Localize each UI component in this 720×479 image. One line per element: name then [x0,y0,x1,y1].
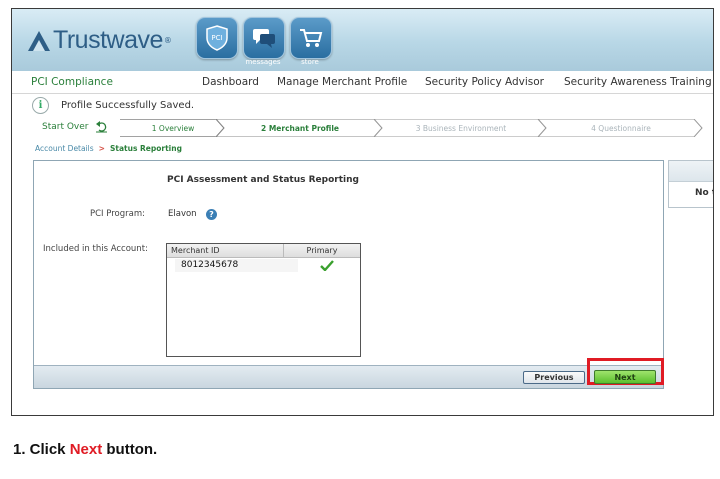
breadcrumb-current: Status Reporting [109,144,182,153]
caption-prefix: 1. Click [13,441,70,458]
col-primary[interactable]: Primary [284,244,360,257]
merchant-table-header: Merchant ID Primary [167,244,360,258]
step-merchant-profile[interactable]: 2 Merchant Profile [225,119,375,137]
pci-program-value: Elavon [168,209,197,219]
messages-icon [253,29,275,48]
breadcrumb: Account Details > Status Reporting [35,144,182,153]
step-questionnaire: 4 Questionnaire [591,123,651,133]
messages-button[interactable] [243,17,285,59]
progress-steps: Start Over 1 Overview 2 Merchant Profile… [30,119,710,137]
included-label: Included in this Account: [43,244,148,254]
merchant-id-cell: 8012345678 [175,259,298,272]
help-icon[interactable]: ? [206,209,217,220]
app-title: PCI Compliance [31,76,113,88]
caption-highlight: Next [69,441,103,458]
breadcrumb-separator: > [98,144,105,153]
merchant-table: Merchant ID Primary 8012345678 [166,243,361,357]
app-window: Trustwave ® PCI messages store PCI Compl… [11,8,714,416]
primary-cell [298,259,355,272]
checkmark-icon [319,260,334,271]
side-panel-text: No t [695,188,713,198]
nav-security-awareness-training[interactable]: Security Awareness Training [564,76,712,88]
step-overview[interactable]: 1 Overview [128,119,218,137]
breadcrumb-account-details[interactable]: Account Details [35,144,94,153]
status-message-text: Profile Successfully Saved. [61,99,195,111]
trustwave-logo[interactable]: Trustwave ® [28,26,172,55]
messages-label: messages [245,58,281,66]
col-merchant-id[interactable]: Merchant ID [167,244,284,257]
instruction-caption: 1. Click Next button. [13,441,157,458]
pci-shield-button[interactable]: PCI [196,17,238,59]
logo-registered-mark: ® [163,36,172,45]
status-reporting-panel: PCI Assessment and Status Reporting PCI … [33,160,664,389]
logo-text: Trustwave [53,26,163,54]
nav-security-policy-advisor[interactable]: Security Policy Advisor [425,76,544,88]
nav-dashboard[interactable]: Dashboard [202,76,259,88]
pci-shield-badge: PCI [211,34,222,42]
panel-footer: Previous Next [34,358,664,388]
pci-shield-icon: PCI [206,25,228,51]
store-cart-icon [300,29,323,47]
side-panel: No t [668,160,713,208]
store-button[interactable] [290,17,332,59]
caption-suffix: button. [102,441,158,458]
info-icon: i [32,96,49,114]
table-row[interactable]: 8012345678 [175,259,355,272]
previous-button[interactable]: Previous [523,371,585,384]
panel-title: PCI Assessment and Status Reporting [167,175,359,185]
side-panel-header [669,161,713,182]
pci-program-label: PCI Program: [90,209,145,219]
next-button[interactable]: Next [594,370,656,384]
nav-manage-merchant-profile[interactable]: Manage Merchant Profile [277,76,407,88]
step-business-environment: 3 Business Environment [415,123,507,133]
logo-mark-icon [28,30,50,51]
store-label: store [301,58,319,66]
main-nav: PCI Compliance Dashboard Manage Merchant… [12,71,713,94]
status-message: i Profile Successfully Saved. [32,96,195,114]
app-header: Trustwave ® PCI messages store [12,9,713,71]
